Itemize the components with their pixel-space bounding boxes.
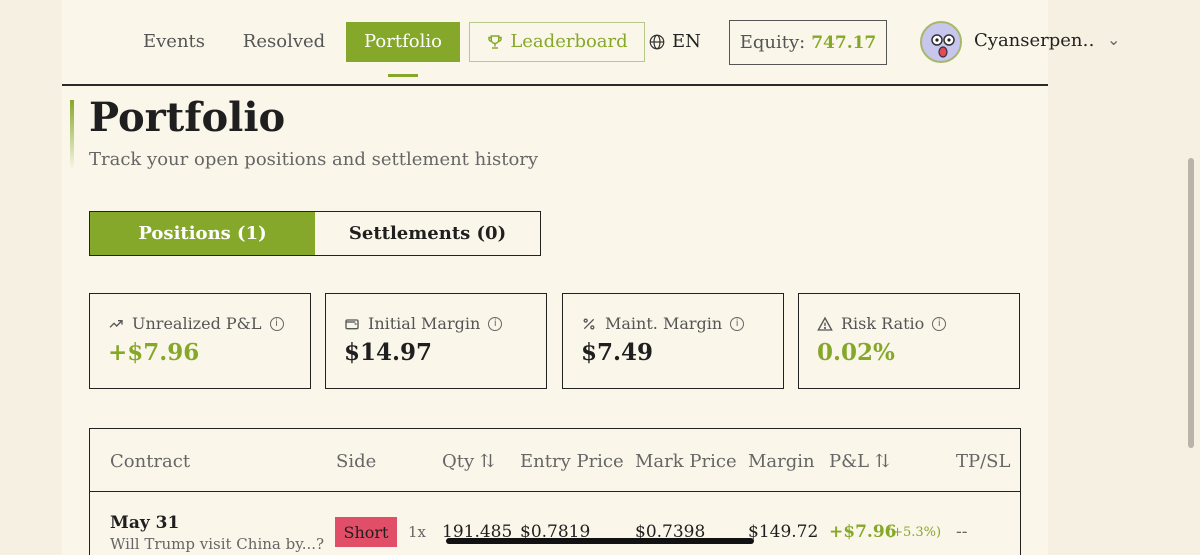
tpsl-value: --: [956, 522, 968, 542]
contract-date: May 31: [110, 513, 180, 533]
username[interactable]: Cyanserpen…: [974, 30, 1094, 51]
nav-leaderboard[interactable]: Leaderboard: [469, 22, 645, 62]
header-contract: Contract: [110, 451, 191, 472]
side-badge-short: Short: [335, 517, 397, 547]
wallet-icon: [345, 318, 359, 329]
stat-value: $14.97: [344, 339, 433, 366]
stat-label: Unrealized P&L: [132, 314, 262, 333]
top-nav: Events Resolved Portfolio Leaderboard EN…: [62, 0, 1120, 86]
header-qty[interactable]: Qty ⇅: [442, 451, 495, 472]
equity-label: Equity:: [739, 32, 806, 53]
info-icon[interactable]: i: [932, 316, 947, 331]
stat-value: +$7.96: [108, 339, 200, 366]
page-title: Portfolio: [89, 94, 286, 141]
stat-card-risk-ratio: Risk Ratio i 0.02%: [798, 293, 1020, 389]
leaderboard-label: Leaderboard: [510, 31, 628, 52]
pnl-percent: (+5.3%): [887, 525, 942, 540]
info-icon[interactable]: i: [730, 316, 745, 331]
tab-settlements[interactable]: Settlements (0): [315, 212, 540, 255]
language-label: EN: [672, 31, 701, 52]
stat-label: Risk Ratio: [841, 314, 925, 333]
contract-question: Will Trump visit China by...?: [110, 535, 325, 553]
table-header: Contract Side Qty ⇅ Entry Price Mark Pri…: [90, 429, 1020, 492]
portfolio-tabs: Positions (1) Settlements (0): [89, 211, 541, 256]
leverage: 1x: [408, 523, 427, 541]
warning-icon: [817, 316, 833, 331]
avatar[interactable]: [920, 21, 962, 63]
equity-value: 747.17: [811, 32, 877, 53]
trend-up-icon: [109, 319, 123, 328]
positions-table: Contract Side Qty ⇅ Entry Price Mark Pri…: [89, 428, 1021, 555]
stat-label: Initial Margin: [368, 314, 481, 333]
active-nav-indicator: [388, 74, 418, 77]
stat-label: Maint. Margin: [605, 314, 723, 333]
sort-icon[interactable]: ⇅: [875, 451, 890, 472]
globe-icon: [649, 34, 665, 50]
nav-resolved[interactable]: Resolved: [240, 22, 328, 62]
scrollbar[interactable]: [1188, 158, 1194, 448]
nav-events[interactable]: Events: [142, 22, 206, 62]
stat-card-maint-margin: Maint. Margin i $7.49: [562, 293, 784, 389]
stat-card-initial-margin: Initial Margin i $14.97: [325, 293, 547, 389]
header-pnl[interactable]: P&L ⇅: [829, 451, 890, 472]
header-margin: Margin: [748, 451, 815, 472]
stat-value: $7.49: [581, 339, 654, 366]
home-indicator: [446, 538, 754, 544]
page-subtitle: Track your open positions and settlement…: [89, 149, 539, 170]
nav-portfolio[interactable]: Portfolio: [346, 22, 460, 62]
language-selector[interactable]: EN: [648, 22, 708, 62]
trophy-icon: [488, 35, 503, 49]
avatar-face-icon: [931, 34, 955, 58]
header-mark-price: Mark Price: [635, 451, 737, 472]
info-icon[interactable]: i: [488, 316, 503, 331]
header-tpsl: TP/SL: [956, 451, 1011, 472]
chevron-down-icon[interactable]: ⌄: [1107, 30, 1120, 49]
info-icon[interactable]: i: [269, 316, 284, 331]
percent-icon: [583, 318, 595, 329]
margin-value: $149.72: [748, 522, 819, 542]
stat-value: 0.02%: [817, 339, 895, 366]
title-accent-bar: [70, 100, 74, 170]
stat-card-unrealized-pnl: Unrealized P&L i +$7.96: [89, 293, 311, 389]
header-entry-price: Entry Price: [520, 451, 624, 472]
tab-positions[interactable]: Positions (1): [90, 212, 315, 255]
equity-box: Equity: 747.17: [729, 20, 887, 65]
sort-icon[interactable]: ⇅: [480, 451, 495, 472]
header-side: Side: [336, 451, 377, 472]
